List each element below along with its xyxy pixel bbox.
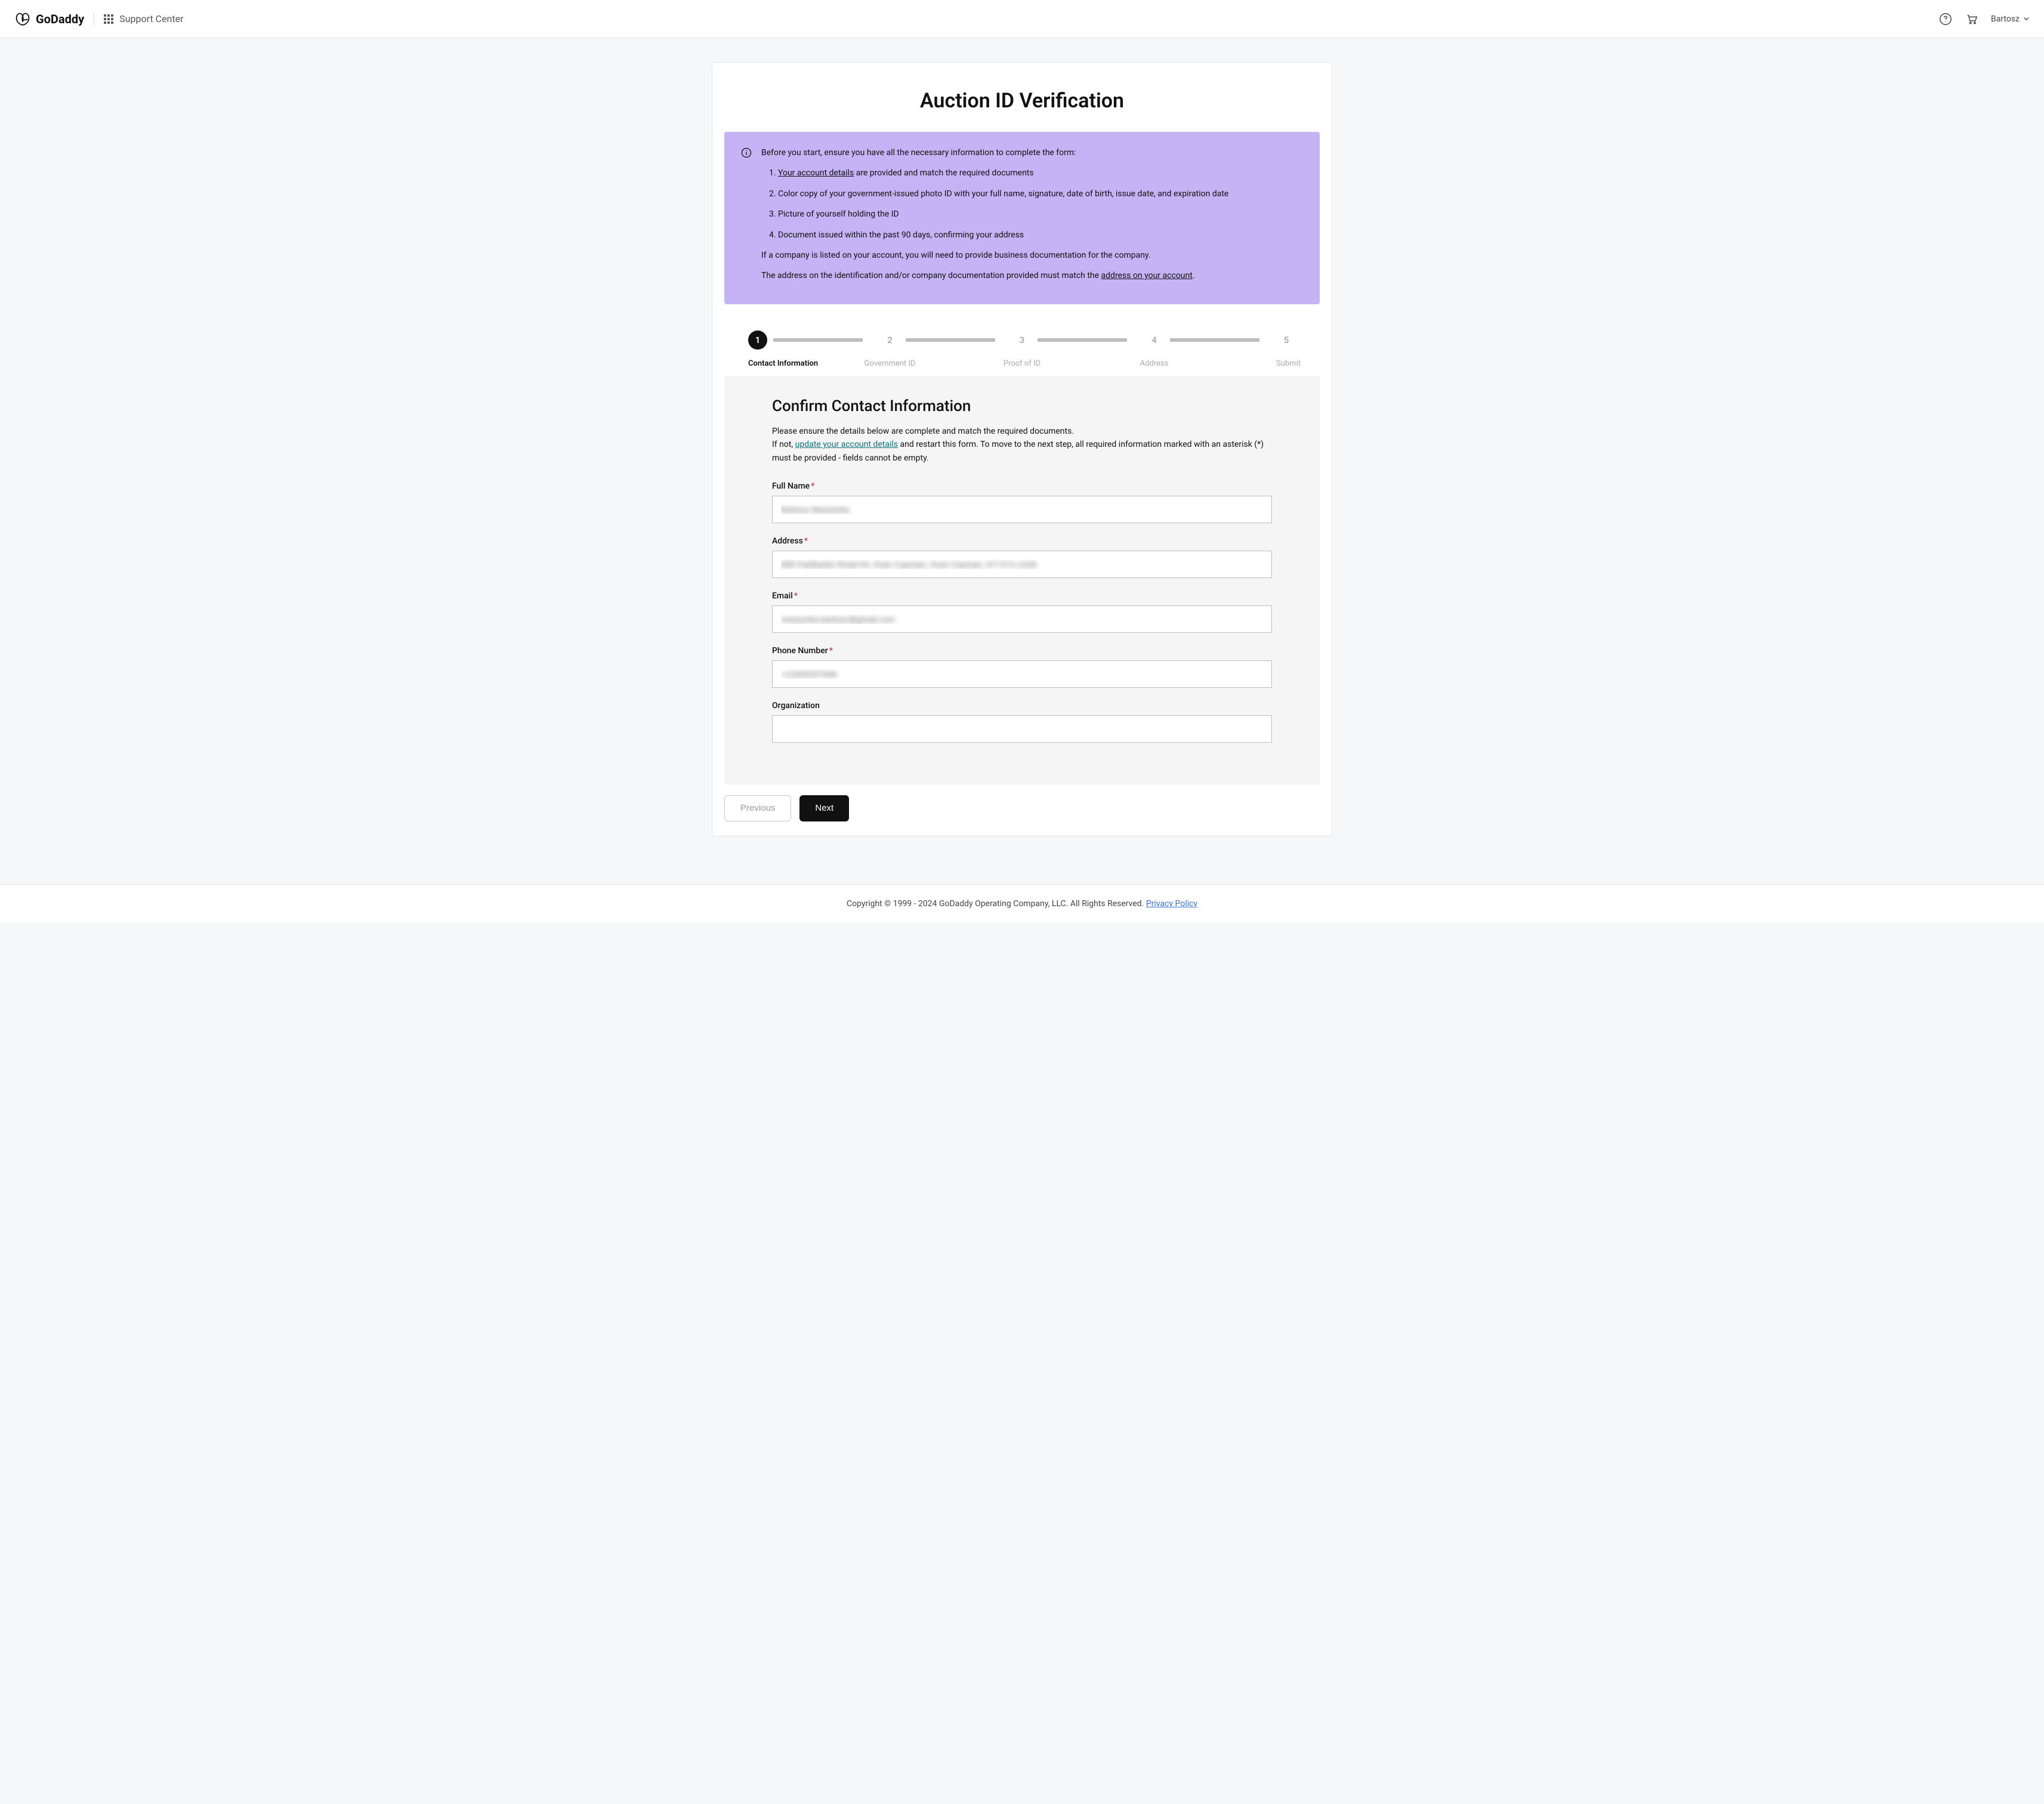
full-name-input[interactable]: [772, 496, 1272, 523]
user-menu[interactable]: Bartosz: [1991, 14, 2030, 24]
step-5-number: 5: [1277, 330, 1296, 350]
user-name: Bartosz: [1991, 14, 2020, 24]
info-banner: Before you start, ensure you have all th…: [724, 132, 1320, 304]
step-2-number: 2: [881, 330, 900, 350]
step-5-label: Submit: [1276, 359, 1301, 368]
info-item-2: Color copy of your government-issued pho…: [778, 187, 1228, 200]
email-input[interactable]: [772, 606, 1272, 633]
organization-label: Organization: [772, 701, 1272, 711]
step-1: 1 Contact Information: [748, 330, 863, 350]
info-item-1: Your account details are provided and ma…: [778, 166, 1228, 180]
phone-label: Phone Number*: [772, 646, 1272, 656]
field-full-name: Full Name*: [772, 481, 1272, 523]
info-requirements-list: Your account details are provided and ma…: [761, 166, 1228, 242]
header-left: GoDaddy Support Center: [14, 11, 184, 27]
brand-text: GoDaddy: [36, 12, 84, 26]
address-on-account-link[interactable]: address on your account: [1101, 271, 1193, 280]
help-button[interactable]: [1938, 12, 1953, 26]
form-description: Please ensure the details below are comp…: [772, 425, 1272, 465]
main-content: Auction ID Verification Before you start…: [700, 62, 1344, 860]
info-item-4: Document issued within the past 90 days,…: [778, 228, 1228, 242]
next-button[interactable]: Next: [799, 795, 849, 821]
field-organization: Organization: [772, 701, 1272, 743]
info-intro: Before you start, ensure you have all th…: [761, 146, 1228, 159]
verification-card: Auction ID Verification Before you start…: [712, 62, 1332, 836]
field-email: Email*: [772, 591, 1272, 633]
info-body: Before you start, ensure you have all th…: [761, 146, 1228, 290]
nav-buttons: Previous Next: [724, 784, 1320, 824]
copyright-text: Copyright © 1999 - 2024 GoDaddy Operatin…: [847, 899, 1146, 909]
header-right: Bartosz: [1938, 12, 2030, 26]
step-3-number: 3: [1012, 330, 1032, 350]
step-3-label: Proof of ID: [1004, 359, 1040, 368]
account-details-link[interactable]: Your account details: [778, 168, 854, 178]
step-bar: [773, 338, 863, 342]
grid-icon: [104, 14, 113, 24]
info-icon: [741, 147, 752, 158]
app-switcher[interactable]: Support Center: [104, 13, 183, 24]
phone-input[interactable]: [772, 660, 1272, 688]
step-1-label: Contact Information: [748, 359, 818, 368]
field-phone: Phone Number*: [772, 646, 1272, 688]
page-title: Auction ID Verification: [724, 75, 1320, 132]
form-panel: Confirm Contact Information Please ensur…: [724, 376, 1320, 784]
full-name-label: Full Name*: [772, 481, 1272, 491]
update-account-details-link[interactable]: update your account details: [795, 440, 898, 449]
previous-button[interactable]: Previous: [724, 795, 791, 821]
address-input[interactable]: [772, 551, 1272, 578]
cart-icon: [1965, 13, 1978, 26]
step-5: 5 Submit: [1277, 330, 1296, 350]
help-icon: [1939, 13, 1952, 26]
top-header: GoDaddy Support Center: [0, 0, 2044, 38]
footer: Copyright © 1999 - 2024 GoDaddy Operatin…: [0, 884, 2044, 923]
step-1-number: 1: [748, 330, 767, 350]
info-item-1-text: are provided and match the required docu…: [854, 168, 1033, 178]
godaddy-logo-icon: [14, 11, 31, 27]
step-bar: [1170, 338, 1259, 342]
step-2-label: Government ID: [864, 359, 916, 368]
step-4: 4 Address: [1145, 330, 1259, 350]
step-bar: [906, 338, 995, 342]
info-company-note: If a company is listed on your account, …: [761, 249, 1228, 262]
organization-input[interactable]: [772, 715, 1272, 743]
step-3: 3 Proof of ID: [1012, 330, 1127, 350]
support-center-link: Support Center: [119, 13, 183, 24]
step-4-label: Address: [1140, 359, 1169, 368]
step-2: 2 Government ID: [881, 330, 995, 350]
form-title: Confirm Contact Information: [772, 397, 1272, 415]
info-item-3: Picture of yourself holding the ID: [778, 208, 1228, 221]
brand-logo[interactable]: GoDaddy: [14, 11, 84, 27]
field-address: Address*: [772, 536, 1272, 578]
cart-button[interactable]: [1965, 12, 1979, 26]
chevron-down-icon: [2023, 16, 2030, 22]
step-bar: [1038, 338, 1127, 342]
privacy-policy-link[interactable]: Privacy Policy: [1146, 899, 1197, 909]
email-label: Email*: [772, 591, 1272, 601]
progress-stepper: 1 Contact Information 2 Government ID 3 …: [724, 304, 1320, 366]
step-4-number: 4: [1145, 330, 1164, 350]
address-label: Address*: [772, 536, 1272, 546]
info-address-note: The address on the identification and/or…: [761, 269, 1228, 282]
